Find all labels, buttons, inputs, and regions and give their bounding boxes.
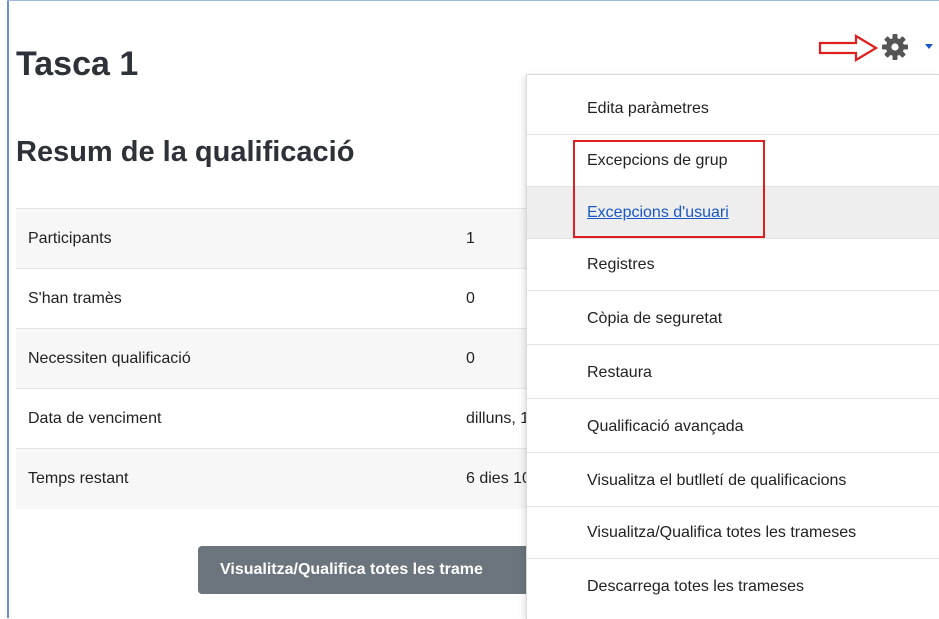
table-row: Data de venciment dilluns, 1 [16, 388, 576, 449]
menu-item-backup[interactable]: Còpia de seguretat [527, 293, 939, 345]
grading-summary-heading: Resum de la qualificació [16, 136, 355, 168]
menu-item-user-overrides[interactable]: Excepcions d'usuari [527, 187, 939, 239]
settings-dropdown-menu: Edita paràmetres Excepcions de grup Exce… [526, 74, 939, 619]
annotation-arrow-icon [818, 34, 878, 62]
menu-item-label: Descarrega totes les trameses [587, 578, 804, 595]
menu-item-label: Còpia de seguretat [587, 310, 723, 327]
menu-item-label: Edita paràmetres [587, 100, 709, 117]
summary-label-needs-grading: Necessiten qualificació [16, 328, 454, 389]
menu-item-view-grade-all-submissions[interactable]: Visualitza/Qualifica totes les trameses [527, 507, 939, 559]
summary-label-time-remaining: Temps restant [16, 448, 454, 509]
summary-label-submitted: S'han tramès [16, 268, 454, 329]
menu-item-label: Excepcions de grup [587, 152, 728, 169]
menu-item-label: Restaura [587, 364, 652, 381]
table-row: Necessiten qualificació 0 [16, 328, 576, 389]
menu-item-advanced-grading[interactable]: Qualificació avançada [527, 401, 939, 453]
table-row: Participants 1 [16, 208, 576, 269]
menu-item-view-gradebook[interactable]: Visualitza el butlletí de qualificacions [527, 455, 939, 507]
summary-label-due-date: Data de venciment [16, 388, 454, 449]
page-title: Tasca 1 [16, 45, 139, 83]
menu-item-restore[interactable]: Restaura [527, 347, 939, 399]
table-row: S'han tramès 0 [16, 268, 576, 329]
view-grade-all-submissions-button[interactable]: Visualitza/Qualifica totes les trame [198, 546, 558, 594]
gear-icon[interactable] [880, 32, 910, 62]
menu-item-label: Qualificació avançada [587, 418, 744, 435]
menu-item-edit-settings[interactable]: Edita paràmetres [527, 83, 939, 135]
menu-item-label: Excepcions d'usuari [587, 204, 729, 221]
menu-item-logs[interactable]: Registres [527, 239, 939, 291]
summary-label-participants: Participants [16, 208, 454, 269]
menu-item-group-overrides[interactable]: Excepcions de grup [527, 135, 939, 187]
menu-item-download-all-submissions[interactable]: Descarrega totes les trameses [527, 561, 939, 613]
menu-item-label: Visualitza el butlletí de qualificacions [587, 472, 847, 489]
page-frame-left-border [7, 0, 9, 618]
caret-down-icon[interactable] [924, 43, 934, 51]
table-row: Temps restant 6 dies 10 [16, 448, 576, 509]
menu-item-label: Registres [587, 256, 655, 273]
grading-summary-table: Participants 1 S'han tramès 0 Necessiten… [16, 208, 576, 509]
menu-item-label: Visualitza/Qualifica totes les trameses [587, 524, 857, 541]
page-frame-top-border [7, 0, 939, 1]
